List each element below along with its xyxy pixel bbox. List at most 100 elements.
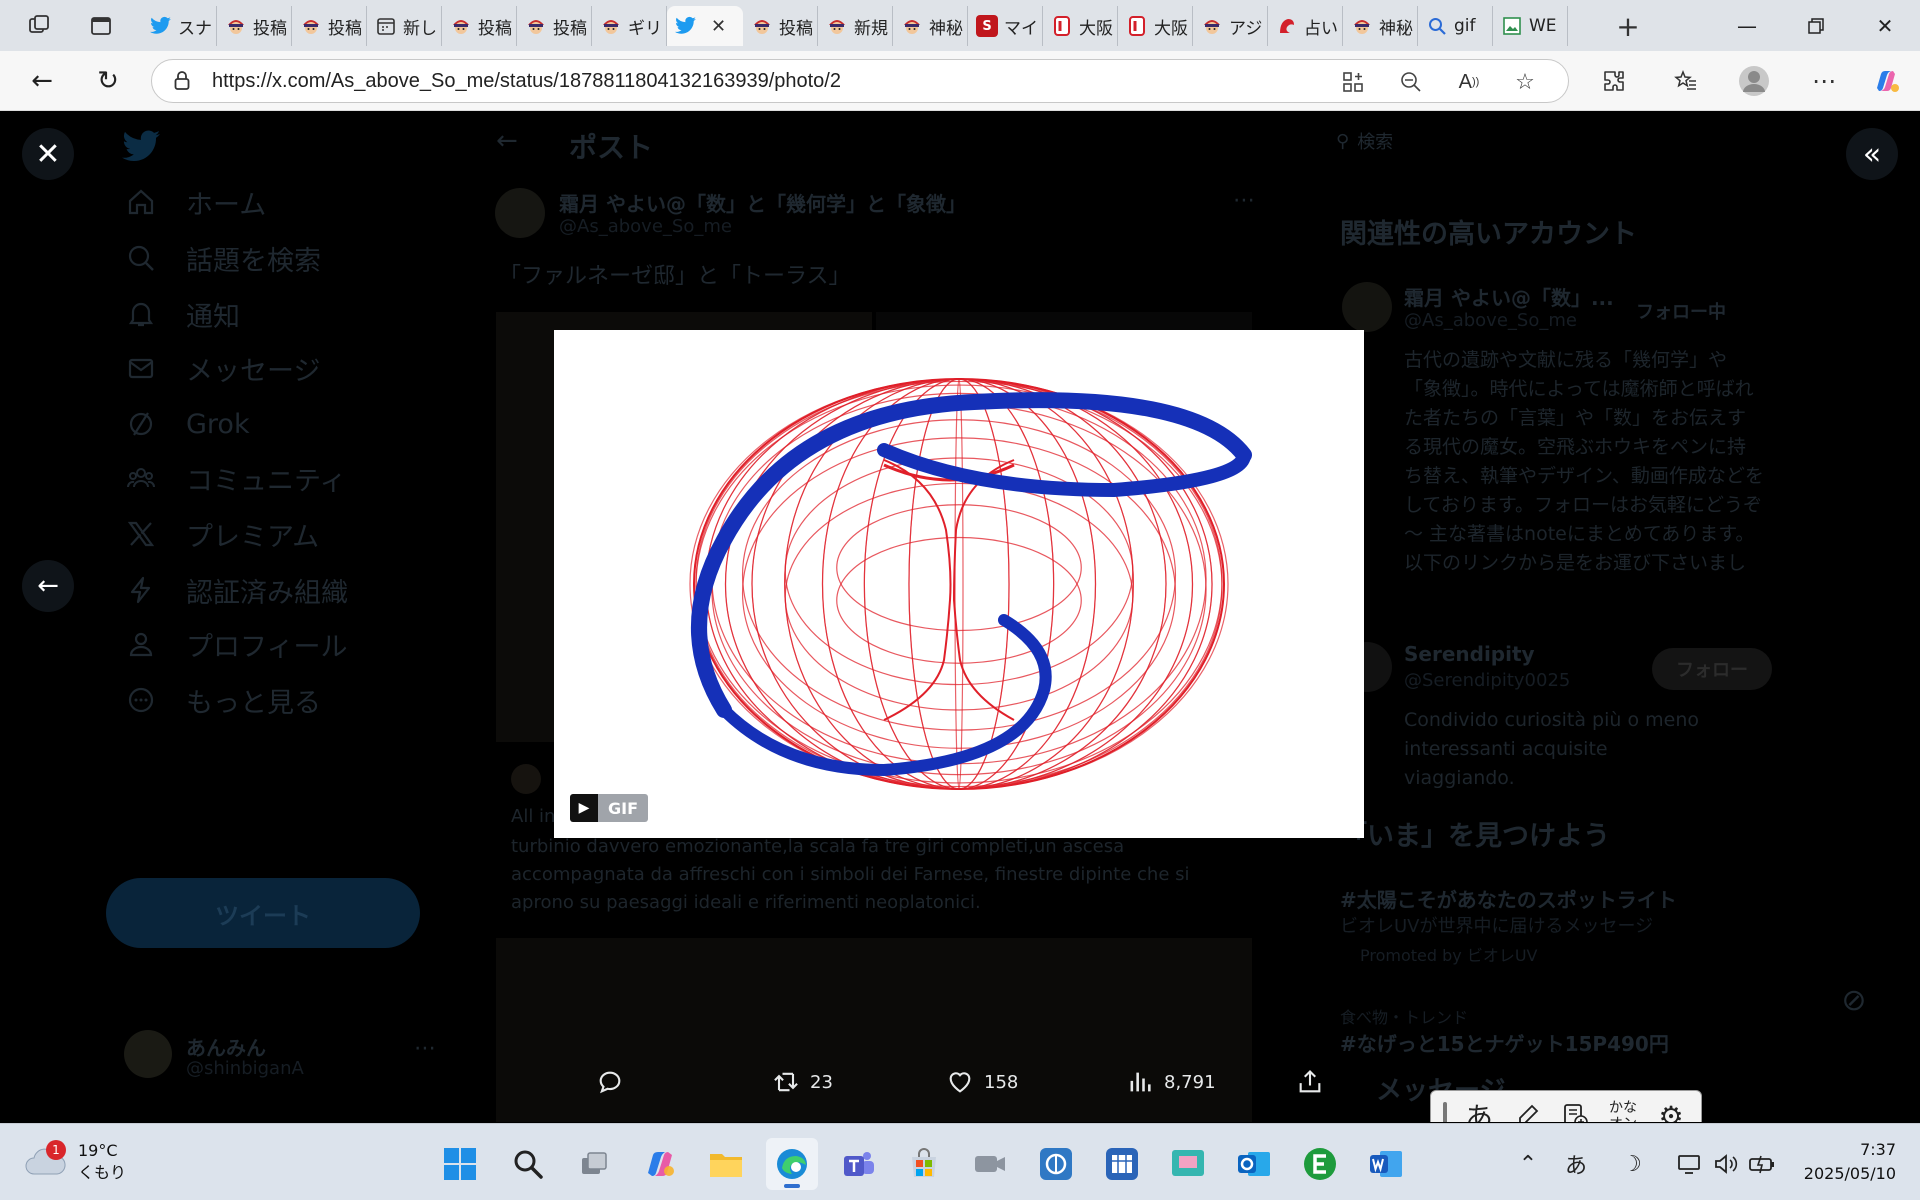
volume-icon[interactable] bbox=[1708, 1146, 1744, 1182]
trend-2[interactable]: #なげっと15とナゲット15P490円 bbox=[1340, 1028, 1669, 1057]
copilot-icon[interactable] bbox=[1866, 61, 1906, 101]
collapse-panel-button[interactable]: « bbox=[1846, 128, 1898, 180]
reply-button[interactable] bbox=[596, 1062, 634, 1102]
search-field[interactable]: ⚲ 検索 bbox=[1336, 126, 1756, 156]
nav-item[interactable]: メッセージ bbox=[124, 348, 320, 388]
refresh-icon[interactable]: ↻ bbox=[88, 61, 128, 101]
browser-tab[interactable]: 占い bbox=[1268, 6, 1343, 46]
nav-item[interactable]: ホーム bbox=[124, 182, 266, 222]
like-button[interactable]: 158 bbox=[946, 1062, 1018, 1102]
account-switcher[interactable]: あんみん @shinbiganA ⋯ bbox=[124, 1030, 454, 1090]
browser-tab[interactable]: スナ bbox=[142, 6, 217, 46]
browser-tab[interactable]: 神秘 bbox=[1343, 6, 1418, 46]
favorites-icon[interactable] bbox=[1666, 61, 1706, 101]
post-more-icon[interactable]: ⋯ bbox=[1233, 188, 1255, 213]
start-button[interactable] bbox=[434, 1138, 486, 1190]
browser-tab[interactable]: 新規 bbox=[818, 6, 893, 46]
teams-icon[interactable] bbox=[832, 1138, 884, 1190]
browser-tab[interactable]: ギリ bbox=[592, 6, 667, 46]
vertical-tabs-icon[interactable] bbox=[76, 0, 126, 51]
browser-tab[interactable]: 投稿 bbox=[517, 6, 592, 46]
following-button[interactable]: フォロー中 bbox=[1636, 298, 1726, 324]
maximize-button[interactable] bbox=[1781, 0, 1851, 51]
browser-tab[interactable]: gif bbox=[1418, 6, 1493, 46]
app-blue-icon-1[interactable] bbox=[1030, 1138, 1082, 1190]
outlook-icon[interactable] bbox=[1228, 1138, 1280, 1190]
media-image[interactable]: ▶ GIF bbox=[554, 330, 1364, 838]
browser-tab[interactable]: S マイ bbox=[968, 6, 1043, 46]
focus-moon-icon[interactable]: ☽ bbox=[1614, 1146, 1650, 1182]
address-bar[interactable]: https://x.com/As_above_So_me/status/1878… bbox=[151, 59, 1569, 103]
workspaces-icon[interactable] bbox=[14, 0, 64, 51]
nav-item[interactable]: 認証済み組織 bbox=[124, 570, 348, 610]
read-aloud-icon[interactable]: A)) bbox=[1454, 67, 1484, 97]
author-name[interactable]: 霜月 やよい@「数」と「幾何学」と「象徴」 bbox=[559, 188, 966, 217]
related-name-2[interactable]: Serendipity bbox=[1404, 642, 1535, 666]
app-teal-icon[interactable] bbox=[1162, 1138, 1214, 1190]
task-view-icon[interactable] bbox=[568, 1138, 620, 1190]
ime-dictionary-icon[interactable] bbox=[1551, 1092, 1599, 1122]
copilot-app-icon[interactable] bbox=[634, 1138, 686, 1190]
profile-avatar[interactable] bbox=[1734, 61, 1774, 101]
word-icon[interactable] bbox=[1360, 1138, 1412, 1190]
related-avatar-1[interactable] bbox=[1342, 282, 1392, 332]
related-name-1[interactable]: 霜月 やよい@「数」... bbox=[1404, 282, 1614, 311]
ime-hiragana-button[interactable]: あ bbox=[1455, 1092, 1503, 1122]
back-icon[interactable]: ← bbox=[22, 61, 62, 101]
network-icon[interactable] bbox=[1672, 1146, 1708, 1182]
back-arrow-icon[interactable]: ← bbox=[496, 126, 518, 156]
tweet-button[interactable]: ツイート bbox=[106, 878, 420, 948]
browser-tab[interactable]: 新し bbox=[367, 6, 442, 46]
app-green-e-icon[interactable] bbox=[1294, 1138, 1346, 1190]
extensions-icon[interactable] bbox=[1594, 61, 1634, 101]
author-avatar[interactable] bbox=[495, 188, 545, 238]
lock-icon[interactable] bbox=[172, 71, 192, 91]
share-button[interactable] bbox=[1296, 1062, 1324, 1102]
battery-icon[interactable] bbox=[1744, 1146, 1780, 1182]
nav-item[interactable]: プロフィール bbox=[124, 624, 347, 664]
nav-item[interactable]: 通知 bbox=[124, 294, 240, 334]
file-explorer-icon[interactable] bbox=[700, 1138, 752, 1190]
trend-1[interactable]: #太陽こそがあなたのスポットライト bbox=[1340, 884, 1677, 913]
follow-button[interactable]: フォロー bbox=[1652, 648, 1772, 690]
previous-media-button[interactable]: ← bbox=[22, 560, 74, 612]
x-logo-icon[interactable] bbox=[122, 130, 162, 170]
author-handle[interactable]: @As_above_So_me bbox=[559, 216, 732, 237]
nav-item[interactable]: プレミアム bbox=[124, 514, 319, 554]
close-window-button[interactable]: ✕ bbox=[1850, 0, 1920, 51]
retweet-button[interactable]: 23 bbox=[772, 1062, 833, 1102]
ime-drag-handle[interactable] bbox=[1443, 1102, 1447, 1122]
store-icon[interactable] bbox=[898, 1138, 950, 1190]
close-tab-icon[interactable]: ✕ bbox=[711, 16, 726, 37]
tray-overflow-chevron-icon[interactable]: ⌃ bbox=[1510, 1146, 1546, 1182]
browser-tab[interactable]: 投稿 bbox=[292, 6, 367, 46]
clock[interactable]: 7:37 2025/05/10 bbox=[1804, 1138, 1896, 1186]
nav-item[interactable]: Grok bbox=[124, 404, 250, 444]
app-blue-icon-2[interactable] bbox=[1096, 1138, 1148, 1190]
ime-kana-toggle[interactable]: かなオン bbox=[1599, 1092, 1647, 1122]
weather-widget[interactable]: 1 19°C くもり bbox=[24, 1140, 126, 1184]
close-media-button[interactable]: ✕ bbox=[22, 128, 74, 180]
zoom-out-icon[interactable] bbox=[1396, 67, 1426, 97]
browser-tab[interactable]: アジ bbox=[1193, 6, 1268, 46]
play-icon[interactable]: ▶ bbox=[570, 794, 598, 822]
browser-tab[interactable]: 投稿 bbox=[217, 6, 292, 46]
nav-item[interactable]: コミュニティ bbox=[124, 458, 346, 498]
browser-tab[interactable]: ✕ bbox=[667, 6, 743, 46]
minimize-button[interactable]: — bbox=[1712, 0, 1782, 51]
favorite-star-icon[interactable]: ☆ bbox=[1510, 67, 1540, 97]
more-dots-icon[interactable]: ⋯ bbox=[414, 1036, 436, 1061]
settings-more-icon[interactable]: ⋯ bbox=[1804, 61, 1844, 101]
camera-app-icon[interactable] bbox=[964, 1138, 1016, 1190]
browser-tab[interactable]: 大阪 bbox=[1118, 6, 1193, 46]
edge-browser-icon[interactable] bbox=[766, 1138, 818, 1190]
browser-tab[interactable]: 投稿 bbox=[442, 6, 517, 46]
browser-tab[interactable]: 大阪 bbox=[1043, 6, 1118, 46]
ime-settings-gear-icon[interactable]: ⚙ bbox=[1647, 1092, 1695, 1123]
app-available-icon[interactable] bbox=[1338, 67, 1368, 97]
views-button[interactable]: 8,791 bbox=[1126, 1062, 1216, 1102]
new-tab-button[interactable]: + bbox=[1606, 6, 1650, 46]
taskbar-search-icon[interactable] bbox=[502, 1138, 554, 1190]
url-text[interactable]: https://x.com/As_above_So_me/status/1878… bbox=[212, 70, 841, 93]
nav-item[interactable]: 話題を検索 bbox=[124, 238, 321, 278]
